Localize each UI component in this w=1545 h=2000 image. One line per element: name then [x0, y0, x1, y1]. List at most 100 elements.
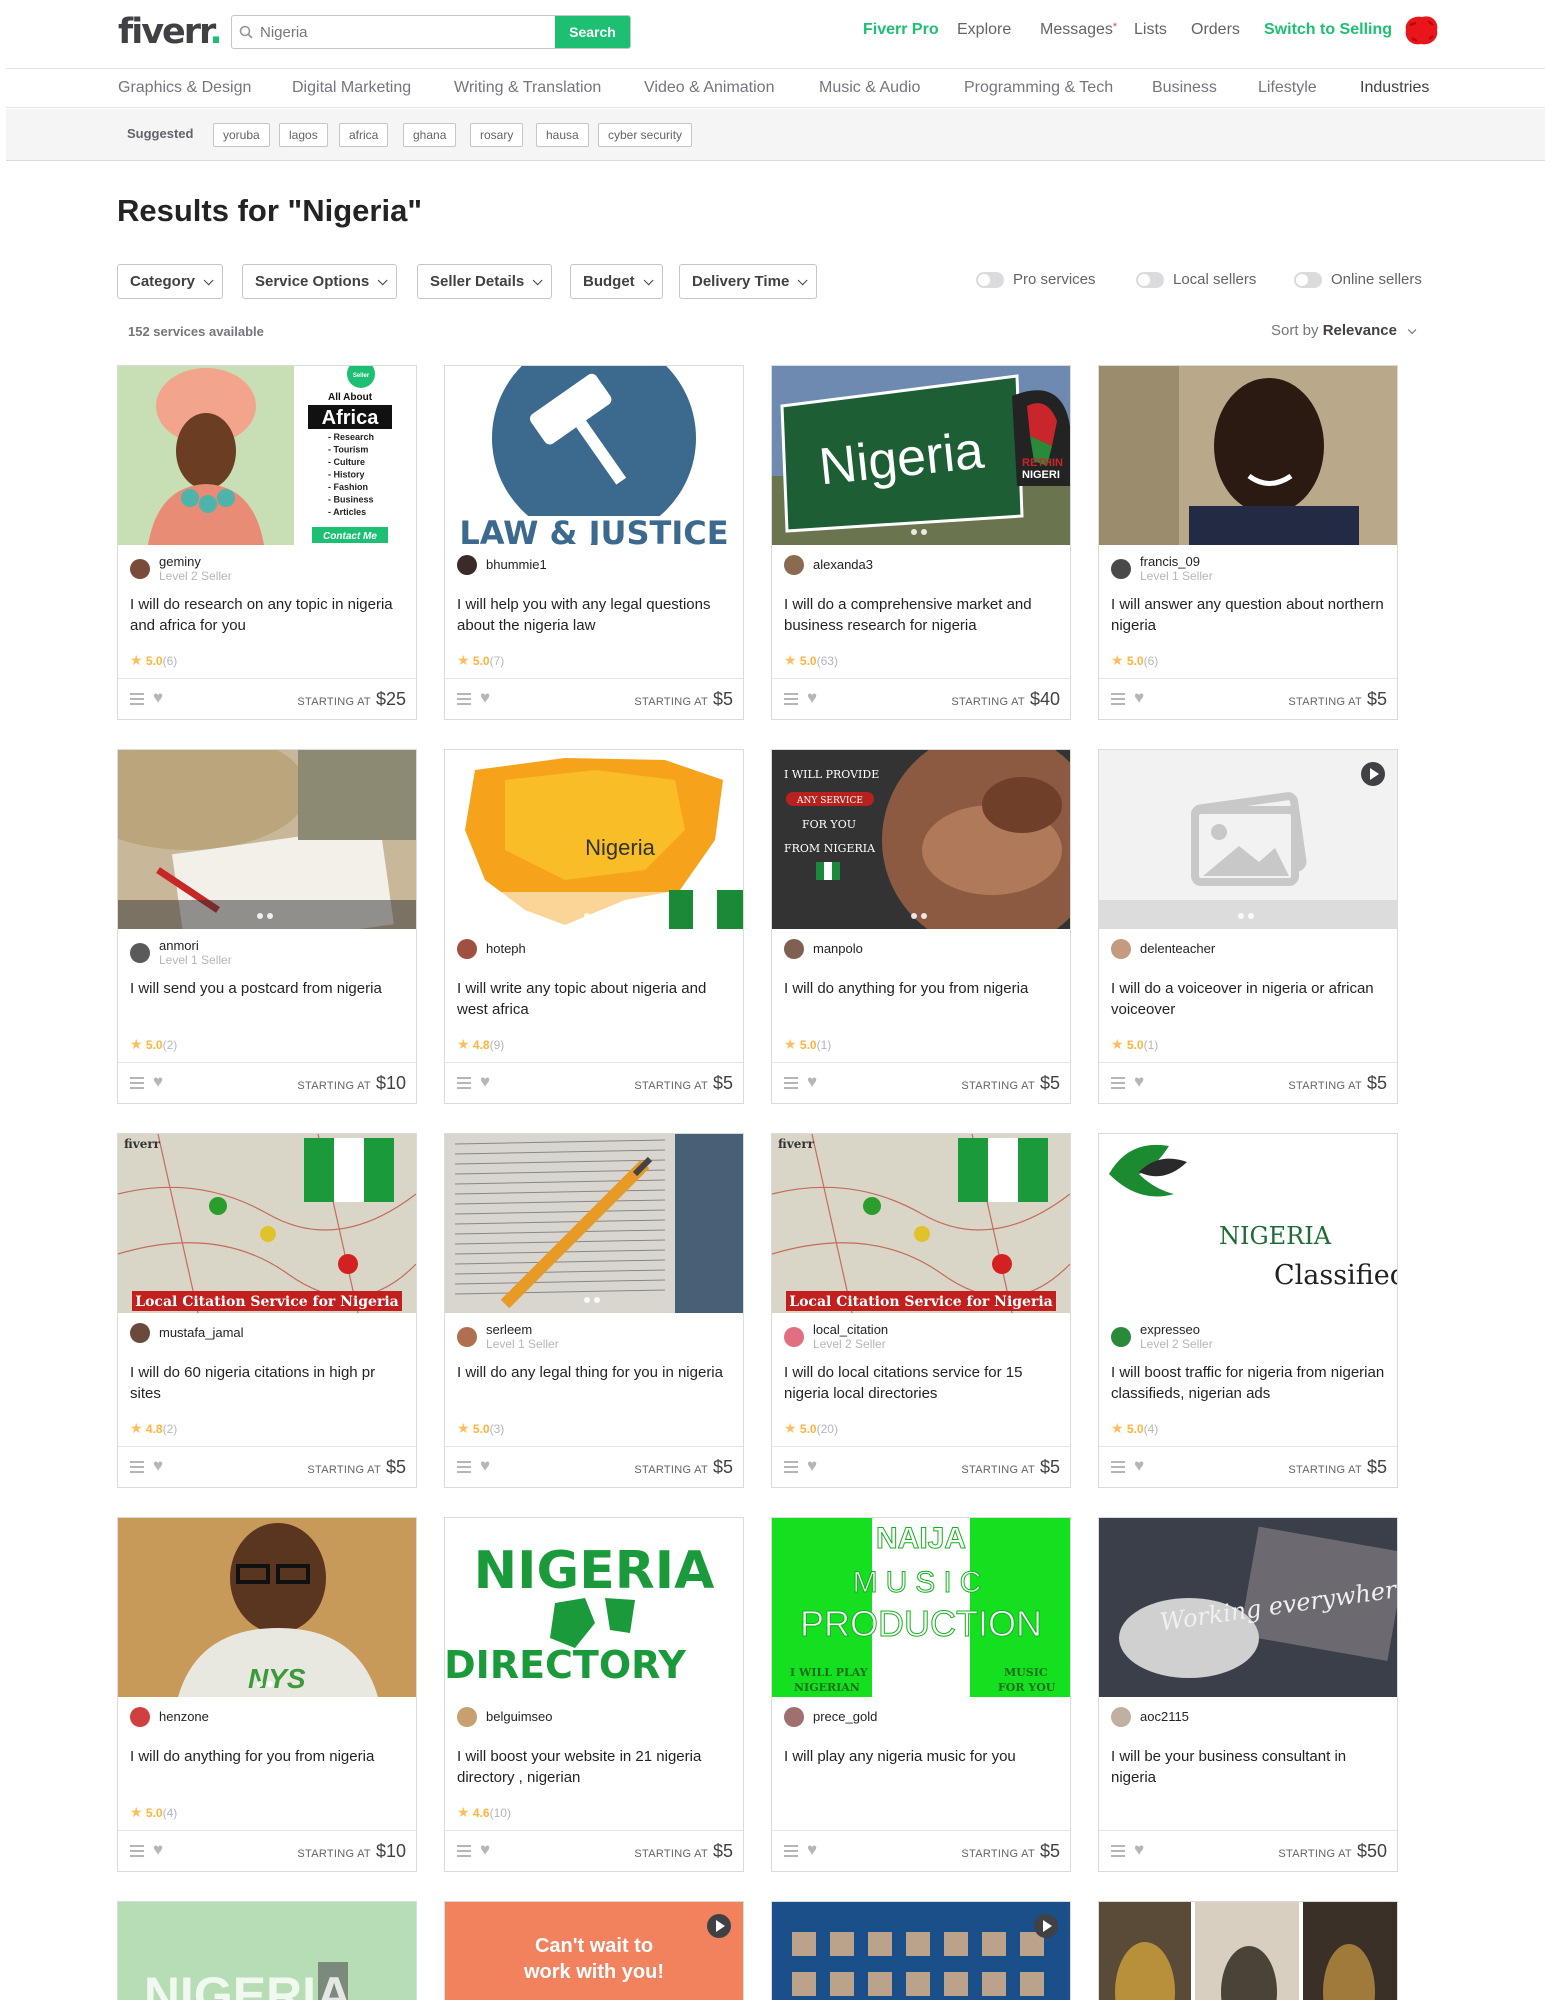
gig-card[interactable]: fiverr Local Citation Service for Nigeria… [771, 1133, 1071, 1488]
category-video-animation[interactable]: Video & Animation [644, 79, 774, 97]
fiverr-pro-link[interactable]: Fiverr Pro [863, 21, 939, 39]
gig-thumbnail[interactable]: NIGERIA [118, 1902, 416, 2000]
seller-avatar[interactable] [784, 939, 804, 959]
gig-card[interactable]: serleem Level 1 Seller I will do any legal… [444, 1133, 744, 1488]
gig-thumbnail[interactable] [1099, 366, 1397, 545]
toggle-local-sellers[interactable]: Local sellers [1136, 271, 1256, 288]
gig-thumbnail[interactable]: Can't wait to work with you! [445, 1902, 743, 2000]
search-input[interactable] [260, 16, 555, 48]
menu-icon[interactable] [457, 1461, 471, 1473]
carousel-dots[interactable] [257, 1681, 273, 1687]
seller-avatar[interactable] [457, 939, 477, 959]
seller-name[interactable]: francis_09 [1140, 555, 1213, 569]
gig-price[interactable]: STARTING AT $5 [961, 1457, 1060, 1478]
toggle-pro-services[interactable]: Pro services [976, 271, 1096, 288]
carousel-dot[interactable] [1238, 913, 1244, 919]
heart-icon[interactable]: ♥ [153, 689, 163, 707]
gig-card[interactable] [1098, 1901, 1398, 2000]
seller-avatar[interactable] [1111, 1707, 1131, 1727]
gig-title[interactable]: I will boost traffic for nigeria from ni… [1111, 1362, 1391, 1404]
suggested-tag[interactable]: cyber security [598, 123, 693, 147]
gig-title[interactable]: I will do a voiceover in nigeria or afri… [1111, 978, 1391, 1020]
heart-icon[interactable]: ♥ [153, 1457, 163, 1475]
menu-icon[interactable] [784, 693, 798, 705]
carousel-dots[interactable] [584, 913, 600, 919]
gig-title[interactable]: I will do local citations service for 15… [784, 1362, 1064, 1404]
category-industries[interactable]: Industries [1360, 79, 1429, 97]
menu-icon[interactable] [1111, 693, 1125, 705]
seller-name[interactable]: anmori [159, 939, 232, 953]
gig-card[interactable]: I WILL PROVIDE ANY SERVICE FOR YOU FROM NIG… [771, 749, 1071, 1104]
carousel-dot[interactable] [257, 1681, 263, 1687]
carousel-dot[interactable] [594, 1297, 600, 1303]
filter-service-options[interactable]: Service Options [242, 264, 398, 299]
gig-title[interactable]: I will do any legal thing for you in nig… [457, 1362, 737, 1383]
seller-name[interactable]: aoc2115 [1140, 1710, 1189, 1724]
gig-card[interactable]: LAW & JUSTICE bhummie1 I will help you wit… [444, 365, 744, 720]
gig-thumbnail[interactable]: NAIJA MUSIC PRODUCTION I WILL PLAY NIGERIAN M… [772, 1518, 1070, 1697]
gig-thumbnail[interactable] [445, 1134, 743, 1313]
play-icon[interactable] [1034, 1914, 1058, 1938]
seller-avatar[interactable] [457, 1707, 477, 1727]
gig-price[interactable]: STARTING AT $5 [1288, 1073, 1387, 1094]
gig-thumbnail[interactable]: Working everywhere [1099, 1518, 1397, 1697]
menu-icon[interactable] [784, 1461, 798, 1473]
heart-icon[interactable]: ♥ [1134, 1073, 1144, 1091]
carousel-dots[interactable] [257, 913, 273, 919]
lists-link[interactable]: Lists [1134, 21, 1167, 39]
seller-avatar[interactable] [784, 1327, 804, 1347]
menu-icon[interactable] [130, 1845, 144, 1857]
gig-price[interactable]: STARTING AT $10 [297, 1073, 406, 1094]
seller-name[interactable]: geminy [159, 555, 232, 569]
gig-title[interactable]: I will do research on any topic in niger… [130, 594, 410, 636]
category-digital-marketing[interactable]: Digital Marketing [292, 79, 411, 97]
gig-thumbnail[interactable]: fiverr Local Citation Service for Nigeria [118, 1134, 416, 1313]
gig-card[interactable]: anmori Level 1 Seller I will send you a po… [117, 749, 417, 1104]
gig-card[interactable]: Seller All About Africa - Research - Tourism… [117, 365, 417, 720]
carousel-dots[interactable] [1238, 913, 1254, 919]
filter-delivery-time[interactable]: Delivery Time [679, 264, 818, 299]
seller-avatar[interactable] [130, 1707, 150, 1727]
category-music-audio[interactable]: Music & Audio [819, 79, 920, 97]
gig-price[interactable]: STARTING AT $5 [961, 1841, 1060, 1862]
gig-title[interactable]: I will do a comprehensive market and bus… [784, 594, 1064, 636]
carousel-dot[interactable] [911, 913, 917, 919]
seller-avatar[interactable] [457, 1327, 477, 1347]
menu-icon[interactable] [130, 1077, 144, 1089]
carousel-dot[interactable] [584, 1297, 590, 1303]
heart-icon[interactable]: ♥ [480, 1073, 490, 1091]
menu-icon[interactable] [1111, 1461, 1125, 1473]
search-button[interactable]: Search [555, 16, 630, 48]
gig-title[interactable]: I will boost your website in 21 nigeria … [457, 1746, 737, 1788]
menu-icon[interactable] [784, 1845, 798, 1857]
filter-seller-details[interactable]: Seller Details [417, 264, 553, 299]
gig-price[interactable]: STARTING AT $25 [297, 689, 406, 710]
seller-name[interactable]: henzone [159, 1710, 209, 1724]
category-writing-translation[interactable]: Writing & Translation [454, 79, 601, 97]
fiverr-logo[interactable]: fiverr. [118, 12, 223, 52]
category-lifestyle[interactable]: Lifestyle [1258, 79, 1317, 97]
gig-price[interactable]: STARTING AT $5 [1288, 1457, 1387, 1478]
gig-card[interactable]: delenteacher I will do a voiceover in nig… [1098, 749, 1398, 1104]
carousel-dot[interactable] [267, 1681, 273, 1687]
menu-icon[interactable] [784, 1077, 798, 1089]
gig-title[interactable]: I will be your business consultant in ni… [1111, 1746, 1391, 1788]
seller-name[interactable]: expresseo [1140, 1323, 1213, 1337]
gig-card[interactable]: francis_09 Level 1 Seller I will answer an… [1098, 365, 1398, 720]
gig-price[interactable]: STARTING AT $10 [297, 1841, 406, 1862]
gig-thumbnail[interactable]: Seller All About Africa - Research - Tourism… [118, 366, 416, 545]
seller-avatar[interactable] [130, 1323, 150, 1343]
seller-name[interactable]: prece_gold [813, 1710, 877, 1724]
seller-avatar[interactable] [784, 555, 804, 575]
sort-dropdown[interactable]: Sort by Relevance [1271, 322, 1417, 339]
gig-title[interactable]: I will write any topic about nigeria and… [457, 978, 737, 1020]
menu-icon[interactable] [130, 1461, 144, 1473]
seller-avatar[interactable] [1111, 559, 1131, 579]
gig-thumbnail[interactable]: NIGERIA Classified Ads [1099, 1134, 1397, 1313]
carousel-dot[interactable] [257, 913, 263, 919]
play-icon[interactable] [1361, 762, 1385, 786]
gig-thumbnail[interactable]: Nigeria RETHIN NIGERI [772, 366, 1070, 545]
gig-thumbnail[interactable]: Nigeria [445, 750, 743, 929]
carousel-dot[interactable] [594, 913, 600, 919]
carousel-dot[interactable] [267, 913, 273, 919]
